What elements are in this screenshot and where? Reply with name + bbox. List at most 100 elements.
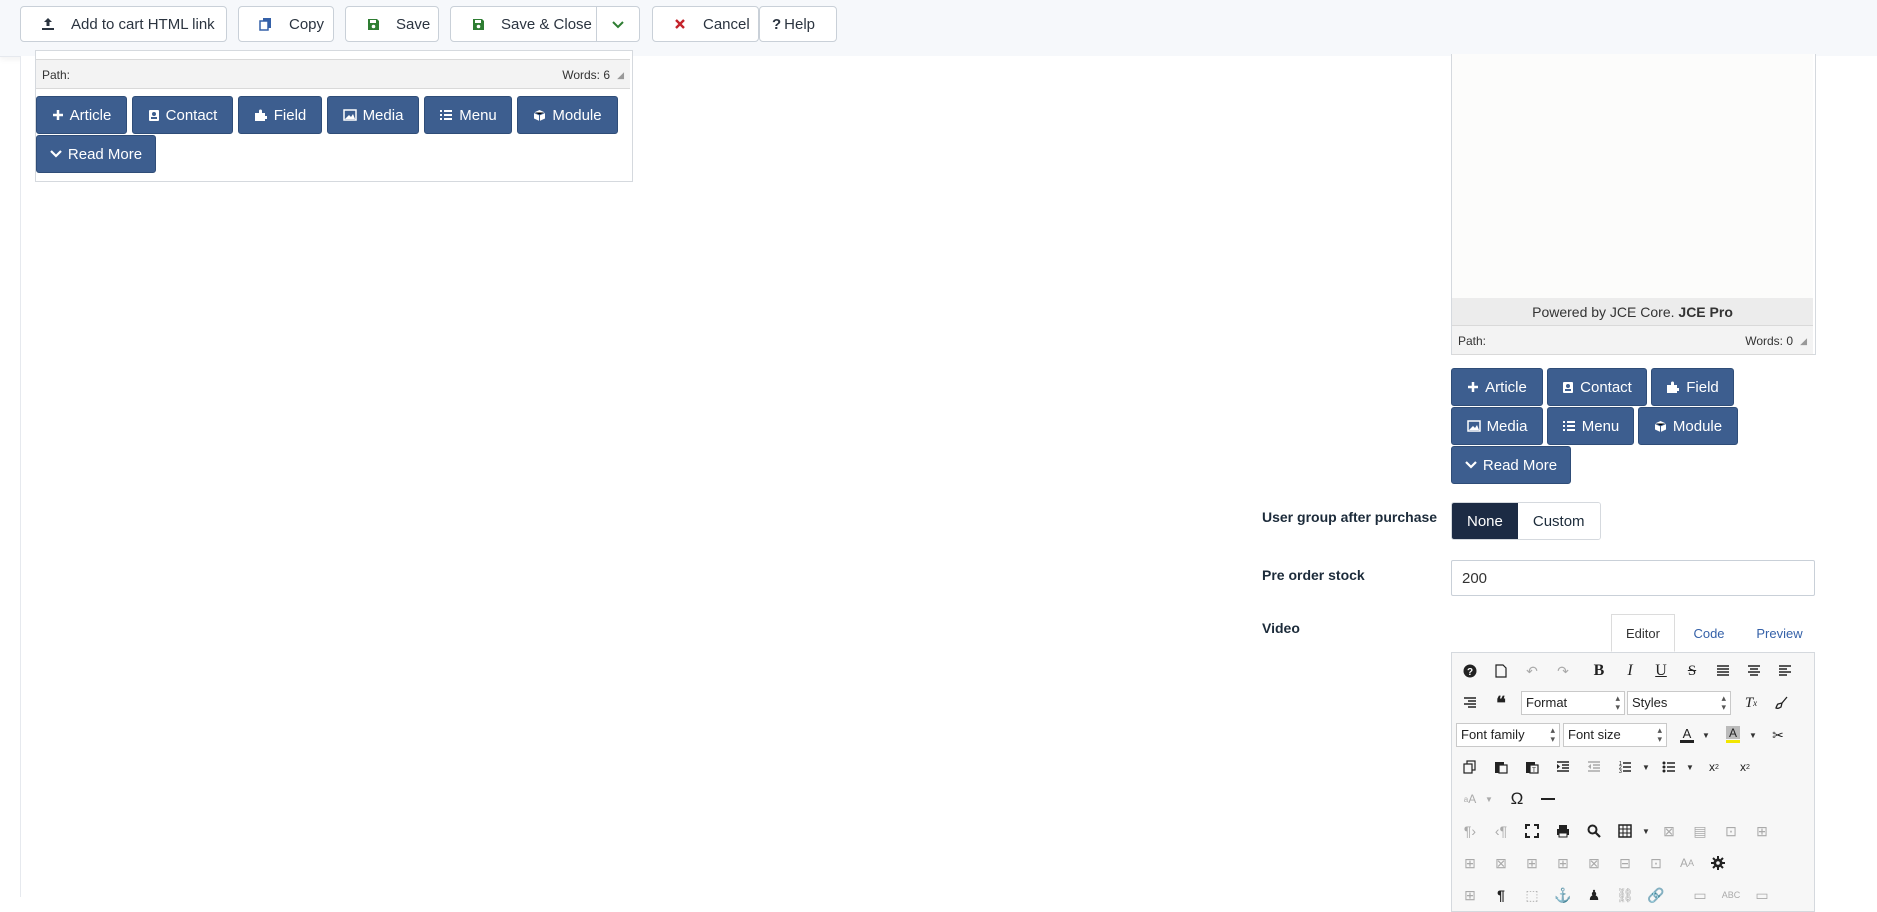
clear-formatting-icon[interactable]: Tx	[1738, 690, 1764, 716]
resize-handle-icon[interactable]: ◢	[617, 70, 624, 81]
person-icon[interactable]: ♟	[1581, 882, 1607, 908]
insert-field-button[interactable]: Field	[1651, 368, 1734, 406]
table-dropdown-icon[interactable]: ▼	[1642, 827, 1650, 836]
numbered-list-icon[interactable]: 123	[1612, 754, 1638, 780]
user-group-option-custom[interactable]: Custom	[1517, 503, 1600, 539]
subscript-icon[interactable]: x2	[1701, 754, 1727, 780]
delete-column-icon[interactable]: ⊠	[1581, 850, 1607, 876]
insert-module-button[interactable]: Module	[1638, 407, 1738, 445]
insert-row-before-icon[interactable]: ⊞	[1749, 818, 1775, 844]
text-color-icon[interactable]: A	[1674, 722, 1700, 748]
paste-text-icon[interactable]: T	[1519, 754, 1545, 780]
copy-button[interactable]: Copy	[238, 6, 334, 42]
tab-preview[interactable]: Preview	[1743, 614, 1816, 652]
insert-row-after-icon[interactable]: ⊞	[1457, 850, 1483, 876]
cancel-button[interactable]: Cancel	[652, 6, 759, 42]
save-close-button[interactable]: Save & Close	[450, 6, 597, 42]
underline-icon[interactable]: U	[1648, 658, 1674, 684]
paste-icon[interactable]	[1488, 754, 1514, 780]
cell-properties-icon[interactable]: ⊡	[1718, 818, 1744, 844]
indent-icon[interactable]	[1550, 754, 1576, 780]
gear-icon[interactable]	[1705, 850, 1731, 876]
save-options-dropdown-button[interactable]	[596, 6, 640, 42]
bullet-list-dropdown-icon[interactable]: ▼	[1686, 763, 1694, 772]
font-size-adjust-icon[interactable]: aA	[1457, 786, 1483, 812]
ltr-direction-icon[interactable]: ¶›	[1457, 818, 1483, 844]
tab-code[interactable]: Code	[1675, 614, 1743, 652]
show-blocks-icon[interactable]: ¶	[1488, 882, 1514, 908]
image-manager-icon[interactable]: ▭	[1687, 882, 1713, 908]
background-color-icon[interactable]: A	[1720, 722, 1746, 748]
font-family-select[interactable]: Font family ▴ ▾	[1456, 723, 1560, 747]
save-icon[interactable]: ▭	[1749, 882, 1775, 908]
print-icon[interactable]	[1550, 818, 1576, 844]
delete-row-icon[interactable]: ⊠	[1488, 850, 1514, 876]
insert-contact-button[interactable]: Contact	[1547, 368, 1647, 406]
superscript-icon[interactable]: x2	[1732, 754, 1758, 780]
add-to-cart-html-link-button[interactable]: Add to cart HTML link	[20, 6, 227, 42]
format-select[interactable]: Format ▴ ▾	[1521, 691, 1625, 715]
pre-order-stock-input[interactable]	[1451, 560, 1815, 596]
user-group-option-none[interactable]: None	[1452, 503, 1518, 539]
horizontal-rule-icon[interactable]	[1535, 786, 1561, 812]
insert-read-more-button[interactable]: Read More	[1451, 446, 1571, 484]
blockquote-icon[interactable]: ❝	[1488, 690, 1514, 716]
insert-column-after-icon[interactable]: ⊞	[1550, 850, 1576, 876]
split-cells-icon[interactable]: ⊟	[1612, 850, 1638, 876]
undo-icon[interactable]: ↶	[1519, 658, 1545, 684]
align-left-icon[interactable]	[1772, 658, 1798, 684]
insert-menu-button[interactable]: Menu	[1547, 407, 1634, 445]
unlink-icon[interactable]: ⛓	[1612, 882, 1638, 908]
align-center-icon[interactable]	[1741, 658, 1767, 684]
insert-field-button[interactable]: Field	[238, 96, 322, 134]
bullet-list-icon[interactable]	[1656, 754, 1682, 780]
insert-article-button[interactable]: Article	[36, 96, 127, 134]
tab-editor[interactable]: Editor	[1611, 614, 1675, 652]
align-right-icon[interactable]	[1457, 690, 1483, 716]
font-size-adjust-dropdown-icon[interactable]: ▼	[1485, 795, 1493, 804]
insert-media-button[interactable]: Media	[1451, 407, 1543, 445]
insert-read-more-button[interactable]: Read More	[36, 135, 156, 173]
bold-icon[interactable]: B	[1586, 658, 1612, 684]
outdent-icon[interactable]	[1581, 754, 1607, 780]
search-icon[interactable]	[1581, 818, 1607, 844]
div-container-icon[interactable]: ⬚	[1519, 882, 1545, 908]
rtl-direction-icon[interactable]: ‹¶	[1488, 818, 1514, 844]
insert-article-button[interactable]: Article	[1451, 368, 1543, 406]
plus-icon	[52, 109, 64, 121]
table-icon[interactable]	[1612, 818, 1638, 844]
anchor-icon[interactable]: ⚓	[1550, 882, 1576, 908]
strikethrough-icon[interactable]: S	[1679, 658, 1705, 684]
align-justify-icon[interactable]	[1710, 658, 1736, 684]
abbreviation-icon[interactable]: ABC	[1718, 882, 1744, 908]
visual-aid-icon[interactable]: ⊞	[1457, 882, 1483, 908]
cut-icon[interactable]: ✂	[1765, 722, 1791, 748]
insert-column-before-icon[interactable]: ⊞	[1519, 850, 1545, 876]
merge-cells-icon[interactable]: ⊡	[1643, 850, 1669, 876]
copy-icon[interactable]	[1457, 754, 1483, 780]
insert-menu-button[interactable]: Menu	[424, 96, 512, 134]
cleanup-brush-icon[interactable]	[1769, 690, 1795, 716]
text-color-dropdown-icon[interactable]: ▼	[1702, 731, 1710, 740]
editor-content-area[interactable]	[1452, 54, 1813, 298]
italic-icon[interactable]: I	[1617, 658, 1643, 684]
delete-table-icon[interactable]: ⊠	[1656, 818, 1682, 844]
style-icon[interactable]: AA	[1674, 850, 1700, 876]
row-properties-icon[interactable]: ▤	[1687, 818, 1713, 844]
fullscreen-icon[interactable]	[1519, 818, 1545, 844]
help-button[interactable]: ? Help	[759, 6, 837, 42]
link-icon[interactable]: 🔗	[1643, 882, 1669, 908]
resize-handle-icon[interactable]: ◢	[1800, 336, 1807, 347]
background-color-dropdown-icon[interactable]: ▼	[1749, 731, 1757, 740]
insert-media-button[interactable]: Media	[327, 96, 419, 134]
help-icon[interactable]: ?	[1457, 658, 1483, 684]
special-character-icon[interactable]: Ω	[1504, 786, 1530, 812]
save-button[interactable]: Save	[345, 6, 439, 42]
font-size-select[interactable]: Font size ▴ ▾	[1563, 723, 1667, 747]
styles-select[interactable]: Styles ▴ ▾	[1627, 691, 1731, 715]
insert-contact-button[interactable]: Contact	[132, 96, 233, 134]
new-document-icon[interactable]	[1488, 658, 1514, 684]
insert-module-button[interactable]: Module	[517, 96, 618, 134]
numbered-list-dropdown-icon[interactable]: ▼	[1642, 763, 1650, 772]
redo-icon[interactable]: ↷	[1550, 658, 1576, 684]
